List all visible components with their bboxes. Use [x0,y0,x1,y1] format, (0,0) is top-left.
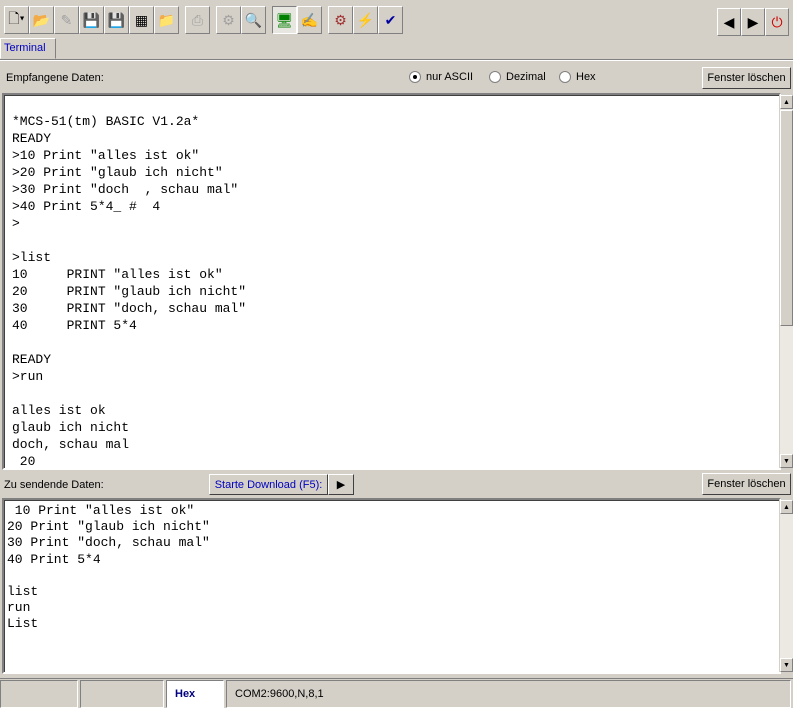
radio-label: Dezimal [506,71,546,83]
radio-ascii[interactable]: nur ASCII [409,71,473,83]
export-icon[interactable]: 📁 [154,6,179,34]
clear-send-button[interactable]: Fenster löschen [702,473,791,495]
save-all-icon[interactable]: ▦ [129,6,154,34]
status-mode: Hex [166,680,224,708]
open-disabled-icon[interactable]: ✎ [54,6,79,34]
flash-icon[interactable]: ⚡ [353,6,378,34]
radio-decimal[interactable]: Dezimal [489,71,546,83]
status-cell [80,680,164,708]
new-document-icon[interactable]: 🗋▾ [4,6,29,34]
status-cell [0,680,78,708]
send-label: Zu sendende Daten: [4,479,104,491]
radio-label: nur ASCII [426,71,474,83]
settings-disabled-icon[interactable]: ⚙ [216,6,241,34]
compile-icon[interactable]: ⚙ [328,6,353,34]
nav-buttons: ◀ ▶ ⏻ [717,6,789,38]
send-scrollbar[interactable]: ▲ ▼ [779,500,793,672]
save-as-icon[interactable]: 💾 [104,6,129,34]
divider [0,59,793,61]
scroll-down-icon[interactable]: ▼ [780,658,793,672]
preview-icon[interactable]: 🔍 [241,6,266,34]
play-icon[interactable]: ▶ [328,474,354,495]
receive-textarea[interactable]: *MCS-51(tm) BASIC V1.2a* READY >10 Print… [2,93,781,470]
check-icon[interactable]: ✔ [378,6,403,34]
receive-scrollbar[interactable]: ▲ ▼ [779,95,793,468]
arrow-left-icon[interactable]: ◀ [717,8,741,36]
toolbar: 🗋▾ 📂 ✎ 💾 💾 ▦ 📁 ⎙ ⚙ 🔍 🖥 ✍ ⚙ ⚡ ✔ [4,4,403,36]
status-port: COM2:9600,N,8,1 [226,680,791,708]
scroll-up-icon[interactable]: ▲ [780,500,793,514]
radio-hex[interactable]: Hex [559,71,596,83]
status-bar: Hex COM2:9600,N,8,1 [0,678,793,708]
send-textarea[interactable]: 10 Print "alles ist ok" 20 Print "glaub … [2,498,781,674]
open-icon[interactable]: 📂 [29,6,54,34]
edit-icon[interactable]: ✍ [297,6,322,34]
scroll-up-icon[interactable]: ▲ [780,95,793,109]
start-download-button[interactable]: Starte Download (F5): [209,474,328,495]
arrow-right-icon[interactable]: ▶ [741,8,765,36]
clear-receive-button[interactable]: Fenster löschen [702,67,791,89]
tab-terminal[interactable]: Terminal [0,38,56,59]
receive-label: Empfangene Daten: [6,72,104,84]
terminal-monitor-icon[interactable]: 🖥 [272,6,297,34]
radio-label: Hex [576,71,596,83]
save-disabled-icon[interactable]: 💾 [79,6,104,34]
print-icon[interactable]: ⎙ [185,6,210,34]
scroll-down-icon[interactable]: ▼ [780,454,793,468]
scroll-thumb[interactable] [780,110,793,326]
power-icon[interactable]: ⏻ [765,8,789,36]
